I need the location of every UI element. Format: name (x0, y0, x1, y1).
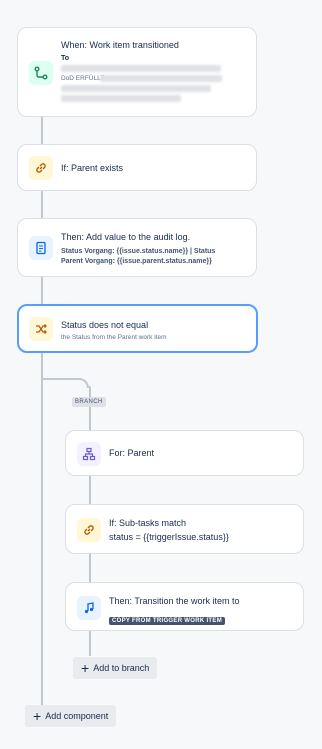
branch-badge: BRANCH (72, 397, 106, 407)
redacted-status-list (61, 65, 221, 72)
add-component-label: Add component (45, 711, 109, 721)
redacted-status-list (61, 85, 211, 92)
status-compare-card[interactable]: Status does not equal the Status from th… (17, 304, 258, 353)
main-connector (41, 117, 43, 707)
hierarchy-icon (77, 442, 101, 466)
audit-log-title: Then: Add value to the audit log. (61, 232, 191, 242)
document-icon (29, 236, 53, 260)
subtasks-match-title: If: Sub-tasks match (109, 518, 187, 528)
add-to-branch-button[interactable]: + Add to branch (73, 657, 158, 679)
add-to-branch-label: Add to branch (93, 663, 150, 673)
redacted-status-list (100, 75, 222, 82)
trigger-title: When: Work item transitioned (61, 40, 179, 50)
add-component-button[interactable]: + Add component (25, 705, 117, 727)
plus-icon: + (33, 708, 42, 724)
trigger-status-snippet: DoD ERFÜLLT, (61, 75, 106, 82)
plus-icon: + (81, 660, 90, 676)
audit-log-line1: Status Vorgang: {{issue.status.name}} | … (61, 248, 216, 255)
music-note-icon (77, 596, 101, 620)
branch-curve (73, 378, 89, 388)
status-compare-title: Status does not equal (61, 320, 149, 330)
transition-action-title: Then: Transition the work item to (109, 596, 240, 606)
link-icon (77, 518, 101, 542)
subtasks-match-card[interactable]: If: Sub-tasks match status = {{triggerIs… (65, 504, 304, 554)
condition-parent-title: If: Parent exists (61, 163, 124, 173)
branch-for-parent-card[interactable]: For: Parent (65, 430, 304, 476)
redacted-status-list (61, 95, 181, 102)
trigger-card[interactable]: When: Work item transitioned To DoD ERFÜ… (17, 27, 257, 117)
trigger-to-label: To (61, 55, 70, 62)
link-icon (29, 156, 53, 180)
shuffle-icon (29, 317, 53, 341)
audit-log-card[interactable]: Then: Add value to the audit log. Status… (17, 218, 257, 277)
transition-target-lozenge: COPY FROM TRIGGER WORK ITEM (109, 617, 225, 625)
transition-action-title-text: Then: Transition the work item to (109, 596, 240, 606)
branch-for-parent-title: For: Parent (109, 448, 155, 458)
status-compare-description: the Status from the Parent work item (61, 334, 167, 341)
transition-action-card[interactable]: Then: Transition the work item to COPY F… (65, 582, 304, 631)
transition-icon (29, 61, 53, 85)
transition-target: COPY FROM TRIGGER WORK ITEM (109, 609, 225, 627)
subtasks-match-detail: status = {{triggerIssue.status}} (109, 532, 229, 542)
audit-log-line2: Parent Vorgang: {{issue.parent.status.na… (61, 258, 212, 265)
condition-parent-card[interactable]: If: Parent exists (17, 144, 257, 191)
